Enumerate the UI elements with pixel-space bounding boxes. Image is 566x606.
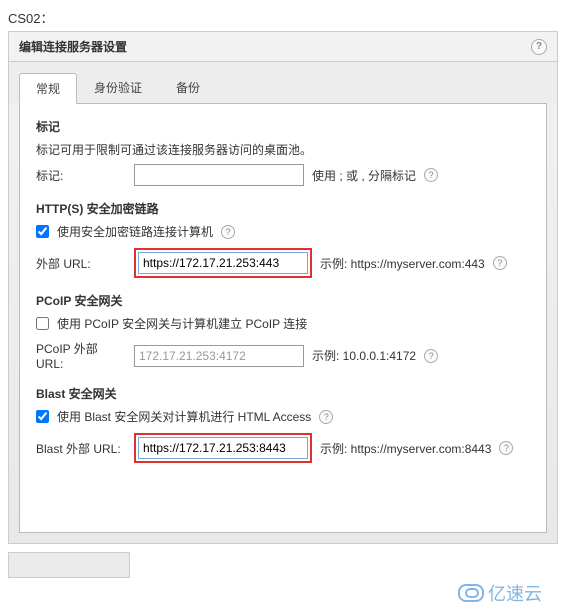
- pcoip-section: PCoIP 安全网关 使用 PCoIP 安全网关与计算机建立 PCoIP 连接 …: [36, 292, 530, 371]
- https-example: 示例: https://myserver.com:443: [320, 255, 485, 272]
- https-title: HTTP(S) 安全加密链路: [36, 200, 530, 217]
- blast-checkbox[interactable]: [36, 410, 49, 423]
- watermark: 亿速云: [458, 580, 542, 606]
- highlight-box: [134, 433, 312, 463]
- help-icon[interactable]: ?: [493, 256, 507, 270]
- help-icon[interactable]: ?: [424, 168, 438, 182]
- pcoip-checkbox[interactable]: [36, 317, 49, 330]
- pcoip-url-label: PCoIP 外部 URL:: [36, 340, 126, 371]
- page-label: CS02：: [8, 8, 558, 27]
- help-icon[interactable]: ?: [319, 410, 333, 424]
- https-checkbox[interactable]: [36, 225, 49, 238]
- https-section: HTTP(S) 安全加密链路 使用安全加密链路连接计算机 ? 外部 URL: 示…: [36, 200, 530, 278]
- tags-title: 标记: [36, 118, 530, 135]
- tags-section: 标记 标记可用于限制可通过该连接服务器访问的桌面池。 标记: 使用 ; 或 , …: [36, 118, 530, 186]
- tags-input[interactable]: [134, 164, 304, 186]
- watermark-text: 亿速云: [488, 580, 542, 606]
- pcoip-checkbox-label: 使用 PCoIP 安全网关与计算机建立 PCoIP 连接: [57, 315, 307, 332]
- https-url-input[interactable]: [138, 252, 308, 274]
- pcoip-title: PCoIP 安全网关: [36, 292, 530, 309]
- dialog-header: 编辑连接服务器设置 ?: [9, 32, 557, 62]
- tags-label: 标记:: [36, 167, 126, 184]
- tags-hint: 使用 ; 或 , 分隔标记: [312, 167, 416, 184]
- cloud-icon: [458, 584, 484, 602]
- tags-desc: 标记可用于限制可通过该连接服务器访问的桌面池。: [36, 141, 530, 158]
- blast-url-input[interactable]: [138, 437, 308, 459]
- tab-bar: 常规 身份验证 备份: [9, 62, 557, 103]
- pcoip-example: 示例: 10.0.0.1:4172: [312, 347, 416, 364]
- tab-content: 标记 标记可用于限制可通过该连接服务器访问的桌面池。 标记: 使用 ; 或 , …: [19, 103, 547, 533]
- help-icon[interactable]: ?: [221, 225, 235, 239]
- blast-url-label: Blast 外部 URL:: [36, 440, 126, 457]
- footer-bar: [8, 552, 130, 578]
- help-icon[interactable]: ?: [499, 441, 513, 455]
- tab-backup[interactable]: 备份: [159, 72, 217, 103]
- highlight-box: [134, 248, 312, 278]
- https-url-label: 外部 URL:: [36, 255, 126, 272]
- https-checkbox-label: 使用安全加密链路连接计算机: [57, 223, 213, 240]
- tab-auth[interactable]: 身份验证: [77, 72, 159, 103]
- help-icon[interactable]: ?: [531, 39, 547, 55]
- pcoip-url-input: [134, 345, 304, 367]
- dialog-title: 编辑连接服务器设置: [19, 38, 127, 55]
- tab-general[interactable]: 常规: [19, 73, 77, 104]
- blast-section: Blast 安全网关 使用 Blast 安全网关对计算机进行 HTML Acce…: [36, 385, 530, 463]
- dialog: 编辑连接服务器设置 ? 常规 身份验证 备份 标记 标记可用于限制可通过该连接服…: [8, 31, 558, 544]
- blast-example: 示例: https://myserver.com:8443: [320, 440, 491, 457]
- blast-checkbox-label: 使用 Blast 安全网关对计算机进行 HTML Access: [57, 408, 311, 425]
- help-icon[interactable]: ?: [424, 349, 438, 363]
- blast-title: Blast 安全网关: [36, 385, 530, 402]
